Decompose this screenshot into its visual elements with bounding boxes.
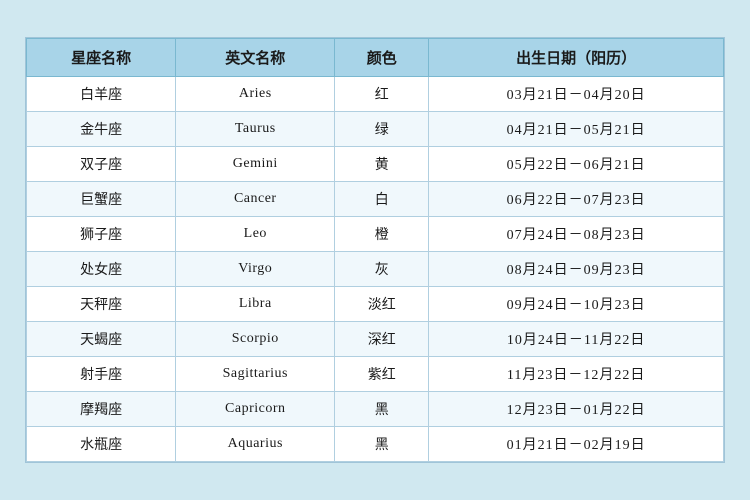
table-row: 水瓶座Aquarius黑01月21日－02月19日 — [27, 427, 724, 462]
cell-dates: 10月24日－11月22日 — [429, 322, 724, 357]
cell-chinese-name: 摩羯座 — [27, 392, 176, 427]
cell-chinese-name: 天蝎座 — [27, 322, 176, 357]
cell-color: 橙 — [335, 217, 429, 252]
cell-english-name: Leo — [176, 217, 335, 252]
cell-english-name: Libra — [176, 287, 335, 322]
table-row: 白羊座Aries红03月21日－04月20日 — [27, 77, 724, 112]
cell-dates: 11月23日－12月22日 — [429, 357, 724, 392]
cell-dates: 12月23日－01月22日 — [429, 392, 724, 427]
table-row: 金牛座Taurus绿04月21日－05月21日 — [27, 112, 724, 147]
cell-dates: 01月21日－02月19日 — [429, 427, 724, 462]
cell-dates: 04月21日－05月21日 — [429, 112, 724, 147]
cell-chinese-name: 双子座 — [27, 147, 176, 182]
cell-color: 淡红 — [335, 287, 429, 322]
zodiac-table: 星座名称 英文名称 颜色 出生日期（阳历） 白羊座Aries红03月21日－04… — [26, 38, 724, 462]
cell-english-name: Virgo — [176, 252, 335, 287]
cell-english-name: Cancer — [176, 182, 335, 217]
table-row: 处女座Virgo灰08月24日－09月23日 — [27, 252, 724, 287]
cell-chinese-name: 金牛座 — [27, 112, 176, 147]
table-row: 摩羯座Capricorn黑12月23日－01月22日 — [27, 392, 724, 427]
cell-english-name: Taurus — [176, 112, 335, 147]
header-color: 颜色 — [335, 39, 429, 77]
cell-chinese-name: 水瓶座 — [27, 427, 176, 462]
cell-english-name: Aries — [176, 77, 335, 112]
cell-color: 绿 — [335, 112, 429, 147]
cell-chinese-name: 天秤座 — [27, 287, 176, 322]
cell-color: 黄 — [335, 147, 429, 182]
cell-english-name: Gemini — [176, 147, 335, 182]
header-dates: 出生日期（阳历） — [429, 39, 724, 77]
cell-chinese-name: 巨蟹座 — [27, 182, 176, 217]
table-row: 天秤座Libra淡红09月24日－10月23日 — [27, 287, 724, 322]
cell-english-name: Aquarius — [176, 427, 335, 462]
cell-dates: 05月22日－06月21日 — [429, 147, 724, 182]
table-row: 射手座Sagittarius紫红11月23日－12月22日 — [27, 357, 724, 392]
header-chinese-name: 星座名称 — [27, 39, 176, 77]
cell-color: 灰 — [335, 252, 429, 287]
table-row: 双子座Gemini黄05月22日－06月21日 — [27, 147, 724, 182]
cell-dates: 08月24日－09月23日 — [429, 252, 724, 287]
table-row: 巨蟹座Cancer白06月22日－07月23日 — [27, 182, 724, 217]
table-row: 天蝎座Scorpio深红10月24日－11月22日 — [27, 322, 724, 357]
cell-chinese-name: 白羊座 — [27, 77, 176, 112]
table-row: 狮子座Leo橙07月24日－08月23日 — [27, 217, 724, 252]
zodiac-table-container: 星座名称 英文名称 颜色 出生日期（阳历） 白羊座Aries红03月21日－04… — [25, 37, 725, 463]
cell-color: 黑 — [335, 427, 429, 462]
cell-english-name: Sagittarius — [176, 357, 335, 392]
cell-dates: 09月24日－10月23日 — [429, 287, 724, 322]
cell-dates: 03月21日－04月20日 — [429, 77, 724, 112]
cell-english-name: Scorpio — [176, 322, 335, 357]
table-header-row: 星座名称 英文名称 颜色 出生日期（阳历） — [27, 39, 724, 77]
cell-color: 白 — [335, 182, 429, 217]
cell-dates: 07月24日－08月23日 — [429, 217, 724, 252]
cell-english-name: Capricorn — [176, 392, 335, 427]
header-english-name: 英文名称 — [176, 39, 335, 77]
cell-chinese-name: 处女座 — [27, 252, 176, 287]
cell-color: 黑 — [335, 392, 429, 427]
cell-chinese-name: 狮子座 — [27, 217, 176, 252]
cell-dates: 06月22日－07月23日 — [429, 182, 724, 217]
cell-color: 红 — [335, 77, 429, 112]
cell-color: 深红 — [335, 322, 429, 357]
cell-chinese-name: 射手座 — [27, 357, 176, 392]
cell-color: 紫红 — [335, 357, 429, 392]
